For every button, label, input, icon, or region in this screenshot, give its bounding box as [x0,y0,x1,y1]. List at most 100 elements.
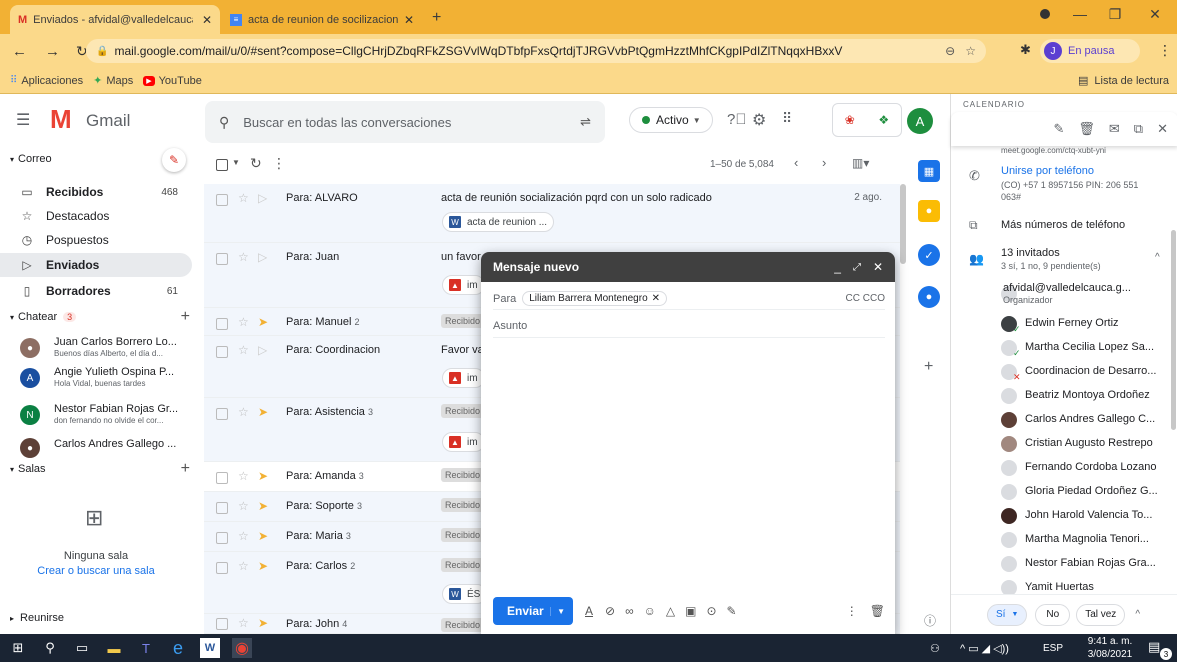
guest-name[interactable]: Edwin Ferney Ortiz [1025,317,1177,329]
add-addon-plus-icon[interactable]: + [924,358,933,376]
guest-name[interactable]: afvidal@valledelcauca.g... [1003,282,1173,294]
list-scrollbar[interactable] [900,184,906,264]
new-room-plus-icon[interactable]: + [181,460,190,478]
table-row[interactable]: ☆ ▷ Para: ALVARO acta de reunión sociali… [204,184,900,243]
important-icon[interactable]: ▷ [258,250,267,264]
guest-name[interactable]: Beatriz Montoya Ordoñez [1025,389,1177,401]
file-explorer-icon[interactable]: ▬ [104,638,124,658]
refresh-icon[interactable]: ↻ [250,155,262,172]
reading-list[interactable]: ▤ Lista de lectura [1078,74,1169,88]
attachment-chip[interactable]: ▲ im [442,368,485,388]
discard-trash-icon[interactable]: 🗑 [870,604,885,618]
teams-icon[interactable]: T [136,638,156,658]
bookmark-youtube[interactable]: ▶ YouTube [143,75,202,87]
nav-borradores[interactable]: ▯ Borradores 61 [0,279,192,303]
settings-gear-icon[interactable]: ⚙ [752,110,766,130]
star-icon[interactable]: ☆ [238,616,249,630]
density-icon[interactable]: ▥▾ [852,156,869,170]
edit-icon[interactable]: ✎ [1053,121,1064,137]
help-icon[interactable]: ?⃝ [727,111,747,128]
close-window-icon[interactable]: ✕ [1140,6,1170,23]
account-avatar[interactable]: A [907,108,933,134]
guest-name[interactable]: Coordinacion de Desarro... [1025,365,1177,377]
star-icon[interactable]: ☆ [238,529,249,543]
info-icon[interactable]: ⓘ [924,612,936,629]
contacts-icon[interactable]: ● [918,286,940,308]
attachment-chip[interactable]: Wacta de reunion ... [442,212,555,232]
more-options-icon[interactable]: ⋮ [846,604,858,618]
delete-icon[interactable]: 🗑 [1078,121,1095,137]
row-checkbox[interactable] [216,194,228,206]
recipient-chip[interactable]: Liliam Barrera Montenegro ✕ [522,291,668,306]
cc-bcc-link[interactable]: CC CCO [846,293,885,304]
attachment-chip[interactable]: ▲ im [442,432,485,452]
system-tray-icons[interactable]: ^ ▭ ◢ ◁)) [960,642,1009,655]
tasks-icon[interactable]: ✓ [918,244,940,266]
rsvp-yes-button[interactable]: Sí ▼ [987,603,1028,626]
guest-name[interactable]: Martha Cecilia Lopez Sa... [1025,341,1177,353]
word-icon[interactable]: W [200,638,220,658]
row-checkbox[interactable] [216,318,228,330]
edge-icon[interactable]: e [168,638,188,658]
important-icon[interactable]: ➤ [258,559,268,573]
guest-name[interactable]: Cristian Augusto Restrepo [1025,437,1177,449]
notifications-icon[interactable]: ▤ [1148,639,1160,655]
clock-date[interactable]: 3/08/2021 [1085,649,1135,660]
important-icon[interactable]: ➤ [258,499,268,513]
browser-menu-icon[interactable]: ⋮ [1158,42,1172,59]
chat-item[interactable]: N Nestor Fabian Rojas Gr... don fernando… [20,403,190,433]
rsvp-maybe-button[interactable]: Tal vez [1076,603,1126,626]
star-icon[interactable]: ☆ [238,250,249,264]
row-checkbox[interactable] [216,472,228,484]
star-icon[interactable]: ☆ [238,191,249,205]
chat-item[interactable]: A Angie Yulieth Ospina P... Hola Vidal, … [20,366,190,396]
clock-time[interactable]: 9:41 a. m. [1085,636,1135,647]
bookmark-star-icon[interactable]: ☆ [965,44,976,58]
format-text-icon[interactable]: A [585,604,593,618]
chat-item[interactable]: ● Juan Carlos Borrero Lo... Buenos días … [20,336,190,366]
search-options-icon[interactable]: ⇌ [580,114,591,130]
guest-name[interactable]: Gloria Piedad Ordoñez G... [1025,485,1177,497]
row-checkbox[interactable] [216,532,228,544]
confidential-icon[interactable]: ⊙ [706,604,716,618]
guest-name[interactable]: Fernando Cordoba Lozano [1025,461,1177,473]
meet-link[interactable]: meet.google.com/ctq-xubt-yni [1001,146,1106,155]
important-icon[interactable]: ▷ [258,191,267,205]
fullscreen-icon[interactable]: ⤢ [853,262,861,273]
rsvp-no-button[interactable]: No [1035,603,1071,626]
chrome-icon[interactable]: ◉ [232,638,252,658]
important-icon[interactable]: ➤ [258,529,268,543]
star-icon[interactable]: ☆ [238,315,249,329]
nav-enviados[interactable]: ▷ Enviados [0,253,192,277]
minimize-icon[interactable]: _ [834,260,841,274]
tab-acta[interactable]: ≡ acta de reunion de socilizacion d ✕ [222,5,422,34]
close-icon[interactable]: ✕ [873,260,883,274]
nav-destacados[interactable]: ☆ Destacados [0,204,192,228]
emoji-icon[interactable]: ☺ [644,604,656,618]
close-tab-icon[interactable]: ✕ [404,13,414,27]
row-checkbox[interactable] [216,562,228,574]
star-icon[interactable]: ☆ [238,469,249,483]
close-icon[interactable]: ✕ [1157,121,1168,137]
important-icon[interactable]: ▷ [258,343,267,357]
important-icon[interactable]: ➤ [258,469,268,483]
prev-page-icon[interactable]: ‹ [794,155,798,170]
collapse-guests-icon[interactable]: ^ [1155,252,1160,263]
search-icon[interactable]: ⚲ [40,638,60,658]
important-icon[interactable]: ➤ [258,315,268,329]
important-icon[interactable]: ➤ [258,405,268,419]
guest-name[interactable]: Martha Magnolia Tenori... [1025,533,1177,545]
people-icon[interactable]: ⚇ [930,642,940,655]
main-menu-icon[interactable]: ☰ [16,110,30,130]
bookmark-apps[interactable]: ⠿ Aplicaciones [10,75,83,87]
to-field[interactable]: Para Liliam Barrera Montenegro ✕ CC CCO [493,288,885,310]
new-tab-button[interactable]: + [432,9,441,27]
subject-input[interactable]: Asunto [493,314,885,338]
search-input[interactable]: ⚲ Buscar en todas las conversaciones ⇌ [205,101,605,143]
google-apps-icon[interactable]: ⠿ [782,110,792,127]
chevron-down-icon[interactable]: ▼ [232,158,240,167]
message-body[interactable] [493,344,885,584]
guest-name[interactable]: Yamit Huertas [1025,581,1177,593]
profile-button[interactable]: J En pausa [1040,39,1140,63]
row-checkbox[interactable] [216,253,228,265]
